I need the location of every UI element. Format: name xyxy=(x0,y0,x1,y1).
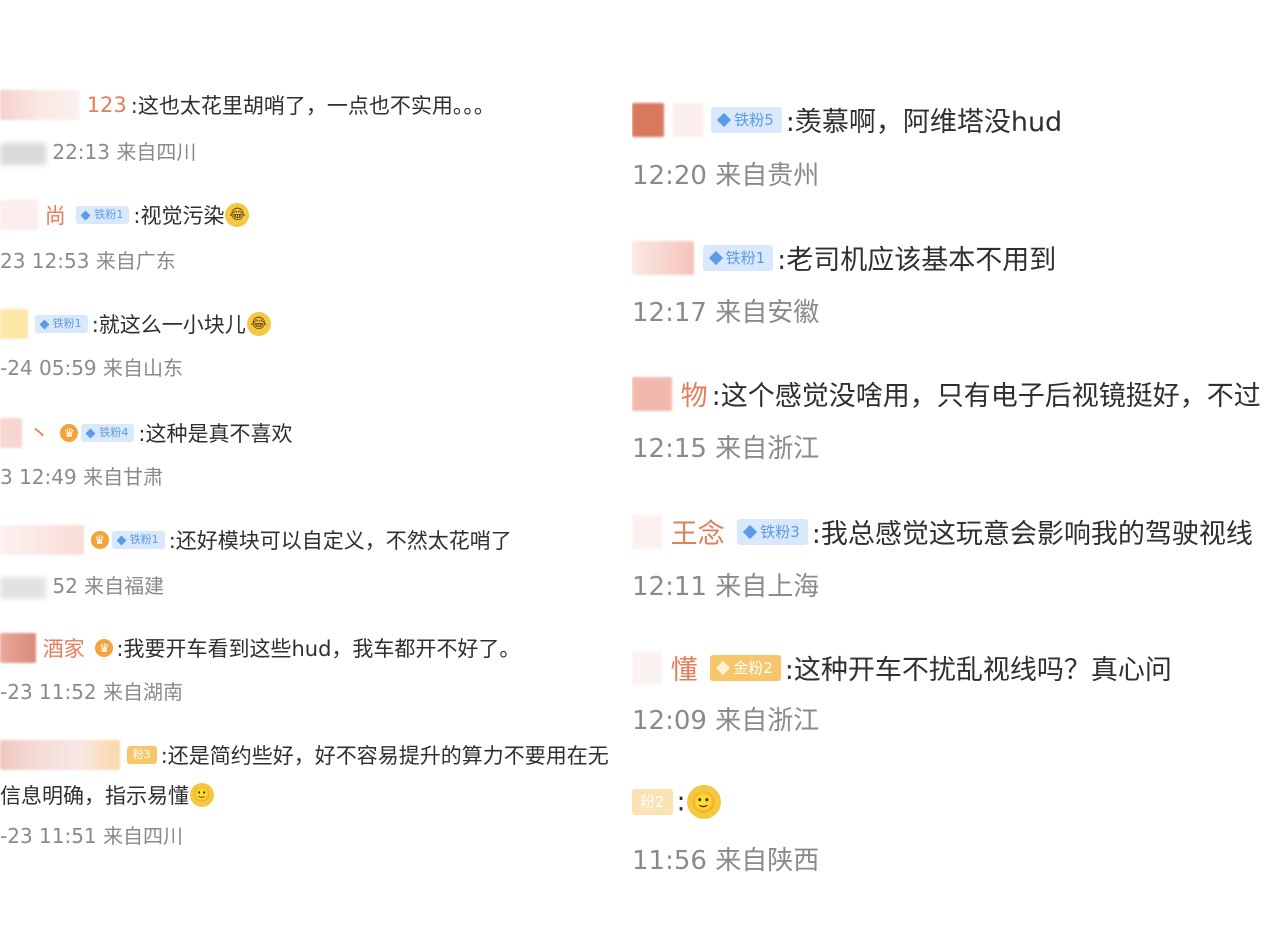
diamond-icon xyxy=(743,524,758,539)
fan-badge: 铁粉4 xyxy=(81,424,135,442)
time-blur xyxy=(0,576,46,599)
comment-location: 来自四川 xyxy=(116,140,197,164)
comment-location: 来自广东 xyxy=(95,249,176,273)
comment-time: 22:13 xyxy=(52,140,110,164)
comment-location: 来自湖南 xyxy=(103,680,184,704)
diamond-icon xyxy=(85,428,96,438)
avatar[interactable] xyxy=(0,309,28,339)
username[interactable]: 123 xyxy=(87,93,127,117)
fan-badge: 粉2 xyxy=(632,789,673,815)
fan-badge: 铁粉1 xyxy=(702,244,774,271)
comment-text: :还好模块可以自定义，不然太花哨了 xyxy=(168,529,512,553)
comment-location: 来自贵州 xyxy=(715,161,820,191)
comment-time: 12:20 xyxy=(632,161,707,191)
right-comment-column: 铁粉5:羡慕啊，阿维塔没hud 12:20 来自贵州 铁粉1:老司机应该基本不用… xyxy=(632,0,1265,949)
avatar[interactable] xyxy=(0,90,80,120)
comment-text: :羡慕啊，阿维塔没hud xyxy=(785,107,1063,138)
avatar[interactable] xyxy=(0,525,84,555)
smile-emoji-icon: 🙂 xyxy=(190,783,214,807)
avatar[interactable] xyxy=(0,200,38,230)
comment-text: :就这么一小块儿 xyxy=(91,313,246,337)
comment-location: 来自甘肃 xyxy=(83,465,164,489)
comment-time: 12:11 xyxy=(632,572,707,602)
fan-badge: 金粉2 xyxy=(710,654,781,681)
comment-location: 来自浙江 xyxy=(715,434,820,464)
comment-text: :这个感觉没啥用，只有电子后视镜挺好，不过 xyxy=(711,381,1261,412)
smile-emoji-icon: 🙂 xyxy=(686,785,721,819)
comment-text: :还是简约些好，好不容易提升的算力不要用在无 xyxy=(160,744,609,768)
avatar[interactable] xyxy=(632,514,662,549)
username[interactable]: 丶 xyxy=(29,422,50,446)
avatar[interactable] xyxy=(632,102,664,137)
comment-location: 来自陕西 xyxy=(715,846,820,876)
comment-text: :这种开车不扰乱视线吗？真心问 xyxy=(784,655,1172,686)
comment-time: 23 12:53 xyxy=(0,249,90,273)
comment-time: -23 11:51 xyxy=(0,824,97,848)
avatar[interactable] xyxy=(0,740,120,770)
comment-time: 12:15 xyxy=(632,434,707,464)
comment-time: 3 12:49 xyxy=(0,465,77,489)
comment-location: 来自安徽 xyxy=(715,298,820,328)
avatar[interactable] xyxy=(632,376,672,411)
diamond-icon xyxy=(716,660,731,675)
comment-location: 来自福建 xyxy=(84,574,165,598)
comment-time: 11:56 xyxy=(632,846,707,876)
crown-icon: ♛ xyxy=(60,424,79,442)
crown-icon: ♛ xyxy=(95,639,114,657)
comment-time: -24 05:59 xyxy=(0,356,97,380)
comment-text: :视觉污染 xyxy=(133,204,225,228)
comment-time: -23 11:52 xyxy=(0,680,97,704)
username[interactable]: 懂 xyxy=(671,655,698,686)
avatar[interactable] xyxy=(0,418,22,448)
comment-text: :这种是真不喜欢 xyxy=(138,422,293,446)
avatar-blur xyxy=(672,102,703,137)
username[interactable]: 尚 xyxy=(45,204,66,228)
comment-location: 来自上海 xyxy=(715,572,820,602)
diamond-icon xyxy=(116,535,127,545)
fan-badge: 铁粉5 xyxy=(711,106,782,133)
username[interactable]: 酒家 xyxy=(43,637,85,661)
comment-text: :我要开车看到这些hud，我车都开不好了。 xyxy=(116,637,521,661)
comment-text: :我总感觉这玩意会影响我的驾驶视线 xyxy=(811,519,1253,550)
avatar[interactable] xyxy=(0,633,36,663)
fan-badge: 铁粉3 xyxy=(737,518,808,545)
comment-location: 来自山东 xyxy=(103,356,184,380)
comment-time: 12:09 xyxy=(632,706,707,736)
left-comment-column: 123:这也太花里胡哨了，一点也不实用。。。 22:13 来自四川 尚 铁粉1:… xyxy=(0,0,632,949)
diamond-icon xyxy=(708,250,723,265)
laughing-emoji-icon: 😂 xyxy=(246,312,271,336)
diamond-icon xyxy=(80,210,91,220)
username[interactable]: 物 xyxy=(681,381,708,412)
crown-icon: ♛ xyxy=(90,531,109,549)
comment-text-continuation: 信息明确，指示易懂 xyxy=(0,784,189,808)
avatar[interactable] xyxy=(632,240,694,275)
comment-text: :老司机应该基本不用到 xyxy=(777,245,1057,276)
avatar[interactable] xyxy=(632,650,662,685)
comment-location: 来自浙江 xyxy=(715,706,820,736)
laughing-emoji-icon: 😂 xyxy=(225,203,250,227)
fan-badge: 铁粉1 xyxy=(34,315,88,333)
fan-badge: 铁粉1 xyxy=(111,531,165,549)
comment-time: 12:17 xyxy=(632,298,707,328)
fan-badge: 铁粉1 xyxy=(76,206,130,224)
fan-badge: 粉3 xyxy=(126,746,157,764)
comment-text: :这也太花里胡哨了，一点也不实用。。。 xyxy=(130,94,495,118)
diamond-icon xyxy=(39,319,50,329)
comment-time: 52 xyxy=(52,574,78,598)
comment-location: 来自四川 xyxy=(103,824,184,848)
diamond-icon xyxy=(717,112,732,127)
username[interactable]: 王念 xyxy=(671,519,725,550)
comment-text: : xyxy=(676,786,686,818)
time-blur xyxy=(0,142,46,165)
